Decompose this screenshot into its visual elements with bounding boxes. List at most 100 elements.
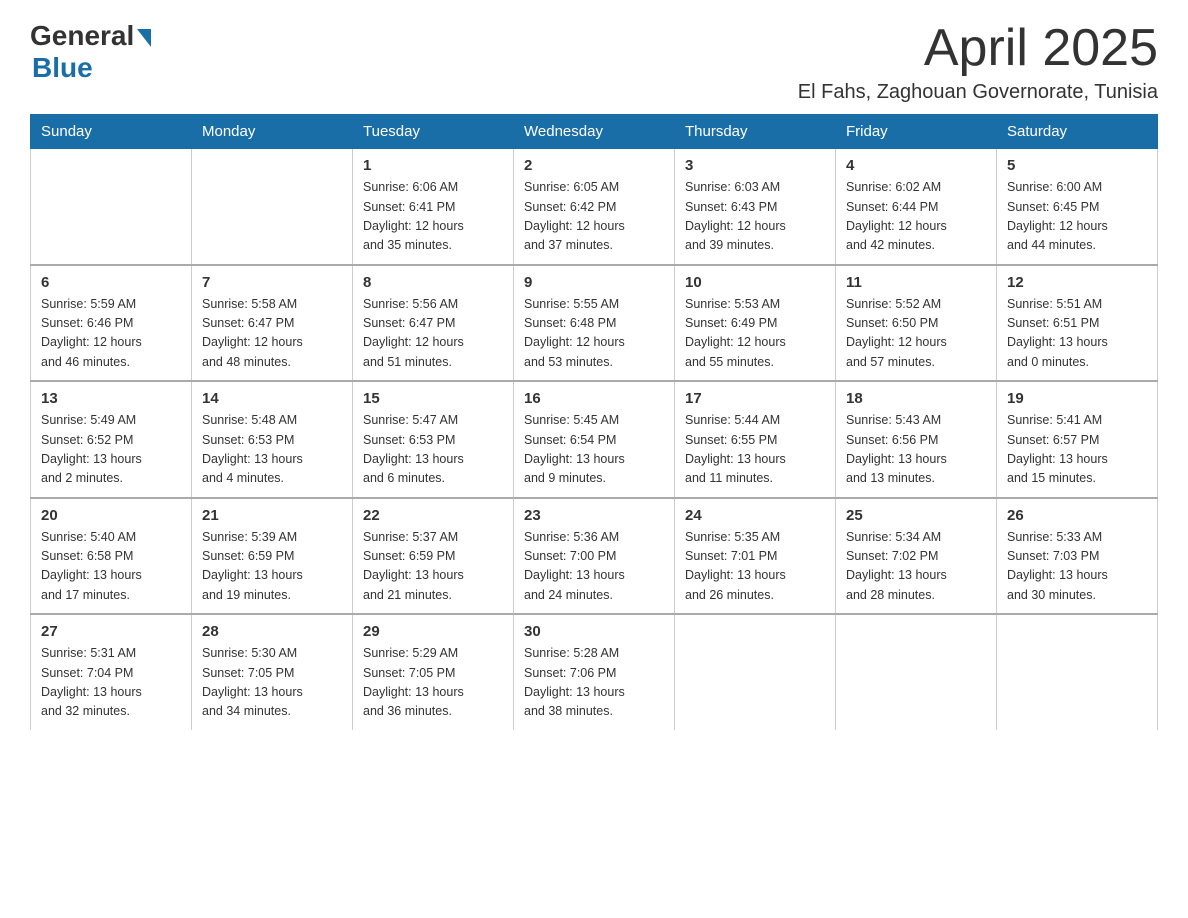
calendar-cell: 30Sunrise: 5:28 AMSunset: 7:06 PMDayligh…	[514, 614, 675, 730]
logo-blue-text: Blue	[32, 52, 93, 84]
day-info: Sunrise: 5:39 AMSunset: 6:59 PMDaylight:…	[202, 528, 342, 606]
day-number: 29	[363, 623, 503, 640]
day-info: Sunrise: 6:06 AMSunset: 6:41 PMDaylight:…	[363, 178, 503, 256]
calendar-week-row: 6Sunrise: 5:59 AMSunset: 6:46 PMDaylight…	[31, 265, 1158, 382]
day-info: Sunrise: 5:56 AMSunset: 6:47 PMDaylight:…	[363, 295, 503, 373]
day-number: 27	[41, 623, 181, 640]
calendar-week-row: 20 Sunrise: 5:40 AMSunset: 6:58 PMDayligh…	[31, 498, 1158, 615]
month-title: April 2025	[798, 20, 1158, 77]
calendar-cell: 13 Sunrise: 5:49 AMSunset: 6:52 PMDayligh…	[31, 381, 192, 498]
day-info: Sunrise: 6:05 AMSunset: 6:42 PMDaylight:…	[524, 178, 664, 256]
calendar-cell: 11Sunrise: 5:52 AMSunset: 6:50 PMDayligh…	[836, 265, 997, 382]
day-number: 14	[202, 390, 342, 407]
day-info: Sunrise: 5:55 AMSunset: 6:48 PMDaylight:…	[524, 295, 664, 373]
logo-general-text: General	[30, 20, 134, 52]
calendar-cell	[836, 614, 997, 730]
logo: General Blue	[30, 20, 151, 84]
weekday-header-wednesday: Wednesday	[514, 115, 675, 149]
day-number: 24	[685, 507, 825, 524]
day-number: 7	[202, 274, 342, 291]
day-info: Sunrise: 5:30 AMSunset: 7:05 PMDaylight:…	[202, 644, 342, 722]
calendar-cell: 24 Sunrise: 5:35 AMSunset: 7:01 PMDayligh…	[675, 498, 836, 615]
day-info: Sunrise: 5:47 AMSunset: 6:53 PMDaylight:…	[363, 411, 503, 489]
weekday-header-thursday: Thursday	[675, 115, 836, 149]
day-number: 17	[685, 390, 825, 407]
day-info: Sunrise: 5:36 AMSunset: 7:00 PMDaylight:…	[524, 528, 664, 606]
day-number: 26	[1007, 507, 1147, 524]
day-info: Sunrise: 5:37 AMSunset: 6:59 PMDaylight:…	[363, 528, 503, 606]
day-info: Sunrise: 6:00 AMSunset: 6:45 PMDaylight:…	[1007, 178, 1147, 256]
day-info: Sunrise: 5:34 AMSunset: 7:02 PMDaylight:…	[846, 528, 986, 606]
day-number: 28	[202, 623, 342, 640]
calendar-cell: 25Sunrise: 5:34 AMSunset: 7:02 PMDayligh…	[836, 498, 997, 615]
day-number: 13	[41, 390, 181, 407]
calendar-cell: 4 Sunrise: 6:02 AMSunset: 6:44 PMDaylight…	[836, 149, 997, 265]
calendar-cell: 29 Sunrise: 5:29 AMSunset: 7:05 PMDayligh…	[353, 614, 514, 730]
day-number: 2	[524, 157, 664, 174]
day-info: Sunrise: 5:49 AMSunset: 6:52 PMDaylight:…	[41, 411, 181, 489]
day-info: Sunrise: 5:41 AMSunset: 6:57 PMDaylight:…	[1007, 411, 1147, 489]
calendar-week-row: 27 Sunrise: 5:31 AMSunset: 7:04 PMDayligh…	[31, 614, 1158, 730]
calendar-cell: 20 Sunrise: 5:40 AMSunset: 6:58 PMDayligh…	[31, 498, 192, 615]
day-number: 12	[1007, 274, 1147, 291]
calendar-cell: 15 Sunrise: 5:47 AMSunset: 6:53 PMDayligh…	[353, 381, 514, 498]
calendar-cell	[675, 614, 836, 730]
weekday-header-sunday: Sunday	[31, 115, 192, 149]
title-section: April 2025 El Fahs, Zaghouan Governorate…	[798, 20, 1158, 104]
calendar-cell: 16Sunrise: 5:45 AMSunset: 6:54 PMDayligh…	[514, 381, 675, 498]
day-info: Sunrise: 5:29 AMSunset: 7:05 PMDaylight:…	[363, 644, 503, 722]
day-number: 9	[524, 274, 664, 291]
day-number: 18	[846, 390, 986, 407]
day-number: 11	[846, 274, 986, 291]
day-number: 19	[1007, 390, 1147, 407]
calendar-cell: 28 Sunrise: 5:30 AMSunset: 7:05 PMDayligh…	[192, 614, 353, 730]
logo-arrow-icon	[137, 29, 151, 47]
day-number: 15	[363, 390, 503, 407]
day-info: Sunrise: 5:45 AMSunset: 6:54 PMDaylight:…	[524, 411, 664, 489]
day-info: Sunrise: 5:40 AMSunset: 6:58 PMDaylight:…	[41, 528, 181, 606]
day-info: Sunrise: 5:53 AMSunset: 6:49 PMDaylight:…	[685, 295, 825, 373]
calendar-cell: 3 Sunrise: 6:03 AMSunset: 6:43 PMDaylight…	[675, 149, 836, 265]
day-number: 5	[1007, 157, 1147, 174]
calendar-cell	[997, 614, 1158, 730]
day-number: 20	[41, 507, 181, 524]
calendar-cell: 9 Sunrise: 5:55 AMSunset: 6:48 PMDaylight…	[514, 265, 675, 382]
day-info: Sunrise: 5:33 AMSunset: 7:03 PMDaylight:…	[1007, 528, 1147, 606]
day-info: Sunrise: 5:44 AMSunset: 6:55 PMDaylight:…	[685, 411, 825, 489]
calendar-cell: 19 Sunrise: 5:41 AMSunset: 6:57 PMDayligh…	[997, 381, 1158, 498]
day-number: 30	[524, 623, 664, 640]
calendar-week-row: 1Sunrise: 6:06 AMSunset: 6:41 PMDaylight…	[31, 149, 1158, 265]
day-info: Sunrise: 5:48 AMSunset: 6:53 PMDaylight:…	[202, 411, 342, 489]
calendar-cell: 26 Sunrise: 5:33 AMSunset: 7:03 PMDayligh…	[997, 498, 1158, 615]
calendar-cell: 8Sunrise: 5:56 AMSunset: 6:47 PMDaylight…	[353, 265, 514, 382]
calendar-cell: 23Sunrise: 5:36 AMSunset: 7:00 PMDayligh…	[514, 498, 675, 615]
calendar-cell	[31, 149, 192, 265]
calendar-cell: 18Sunrise: 5:43 AMSunset: 6:56 PMDayligh…	[836, 381, 997, 498]
calendar-cell: 17 Sunrise: 5:44 AMSunset: 6:55 PMDayligh…	[675, 381, 836, 498]
weekday-header-friday: Friday	[836, 115, 997, 149]
calendar-header-row: SundayMondayTuesdayWednesdayThursdayFrid…	[31, 115, 1158, 149]
weekday-header-tuesday: Tuesday	[353, 115, 514, 149]
calendar-cell: 27 Sunrise: 5:31 AMSunset: 7:04 PMDayligh…	[31, 614, 192, 730]
day-number: 10	[685, 274, 825, 291]
calendar-week-row: 13 Sunrise: 5:49 AMSunset: 6:52 PMDayligh…	[31, 381, 1158, 498]
weekday-header-saturday: Saturday	[997, 115, 1158, 149]
day-number: 3	[685, 157, 825, 174]
calendar-cell: 22Sunrise: 5:37 AMSunset: 6:59 PMDayligh…	[353, 498, 514, 615]
location-text: El Fahs, Zaghouan Governorate, Tunisia	[798, 81, 1158, 104]
calendar-cell: 21 Sunrise: 5:39 AMSunset: 6:59 PMDayligh…	[192, 498, 353, 615]
calendar-cell: 14 Sunrise: 5:48 AMSunset: 6:53 PMDayligh…	[192, 381, 353, 498]
day-number: 21	[202, 507, 342, 524]
page-header: General Blue April 2025 El Fahs, Zaghoua…	[30, 20, 1158, 104]
day-info: Sunrise: 5:35 AMSunset: 7:01 PMDaylight:…	[685, 528, 825, 606]
day-info: Sunrise: 5:51 AMSunset: 6:51 PMDaylight:…	[1007, 295, 1147, 373]
calendar-cell: 6Sunrise: 5:59 AMSunset: 6:46 PMDaylight…	[31, 265, 192, 382]
calendar-table: SundayMondayTuesdayWednesdayThursdayFrid…	[30, 114, 1158, 730]
calendar-cell	[192, 149, 353, 265]
day-info: Sunrise: 6:03 AMSunset: 6:43 PMDaylight:…	[685, 178, 825, 256]
calendar-cell: 2 Sunrise: 6:05 AMSunset: 6:42 PMDaylight…	[514, 149, 675, 265]
day-info: Sunrise: 5:31 AMSunset: 7:04 PMDaylight:…	[41, 644, 181, 722]
calendar-cell: 1Sunrise: 6:06 AMSunset: 6:41 PMDaylight…	[353, 149, 514, 265]
day-number: 4	[846, 157, 986, 174]
day-info: Sunrise: 6:02 AMSunset: 6:44 PMDaylight:…	[846, 178, 986, 256]
